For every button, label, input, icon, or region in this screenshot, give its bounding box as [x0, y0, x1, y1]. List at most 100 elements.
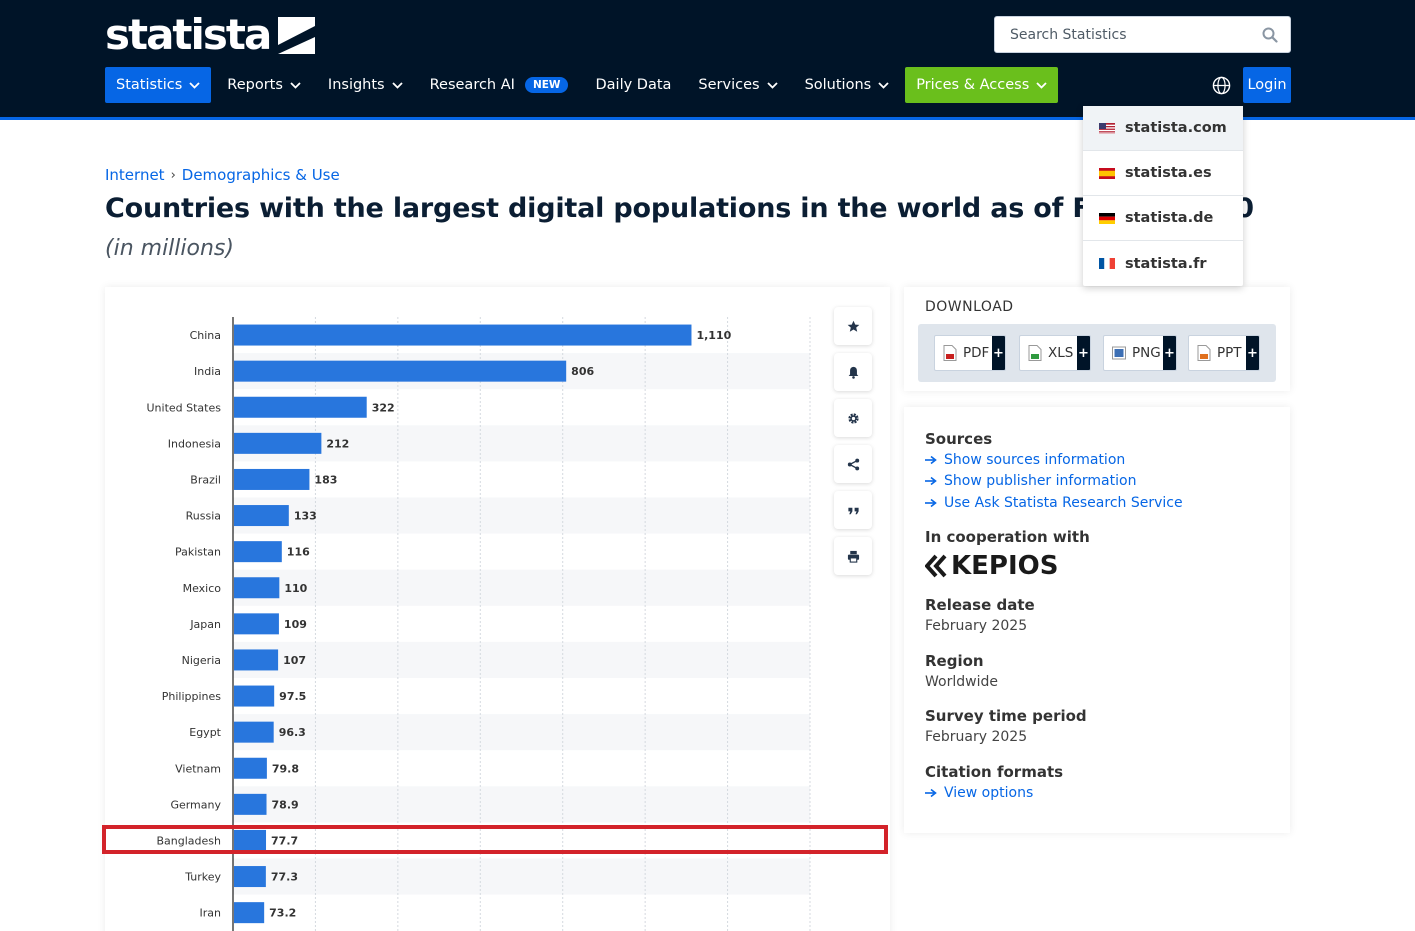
download-label: PDF — [963, 345, 990, 361]
nav-insights[interactable]: Insights — [317, 67, 414, 103]
ask-research-service-link[interactable]: Use Ask Statista Research Service — [925, 495, 1183, 511]
lang-option-es[interactable]: statista.es — [1083, 151, 1243, 196]
breadcrumb-demographics[interactable]: Demographics & Use — [182, 166, 340, 184]
kepios-logo[interactable]: KEPIOS — [925, 551, 1058, 581]
bar-germany — [234, 793, 267, 815]
nav-reports[interactable]: Reports — [216, 67, 312, 103]
bar-turkey — [234, 866, 266, 888]
download-plus: + — [1077, 336, 1090, 370]
login-button[interactable]: Login — [1243, 67, 1291, 103]
value-label-philippines: 97.5 — [279, 690, 306, 703]
search-input[interactable] — [995, 17, 1255, 52]
nav-statistics[interactable]: Statistics — [105, 67, 212, 103]
logo-text: statista — [105, 10, 272, 59]
breadcrumb-internet[interactable]: Internet — [105, 166, 165, 184]
bar-indonesia — [234, 432, 322, 454]
chevron-down-icon — [290, 81, 301, 89]
nav-prices-access[interactable]: Prices & Access — [905, 67, 1059, 103]
nav-research-ai[interactable]: Research AI NEW — [419, 67, 580, 103]
row-stripe — [233, 786, 810, 823]
citation-heading: Citation formats — [925, 763, 1064, 781]
statista-logo[interactable]: statista — [105, 10, 316, 59]
view-citation-options-link[interactable]: View options — [925, 785, 1033, 801]
download-ppt-button[interactable]: PPT + — [1188, 335, 1260, 371]
nav-label: Research AI — [429, 77, 515, 93]
row-stripe — [233, 497, 810, 534]
png-file-icon — [1112, 346, 1126, 360]
value-label-indonesia: 212 — [326, 437, 349, 450]
statistic-info-card: Sources Show sources information Show pu… — [904, 407, 1290, 833]
bar-egypt — [234, 721, 274, 743]
sources-heading: Sources — [925, 430, 993, 448]
arrow-right-icon — [925, 455, 937, 465]
lang-label: statista.com — [1125, 120, 1227, 136]
site-header: statista Statistics Reports Insights Res… — [0, 0, 1415, 117]
value-label-pakistan: 116 — [287, 546, 310, 559]
download-label: PNG — [1132, 345, 1161, 361]
print-button[interactable] — [834, 537, 872, 575]
page-subtitle: (in millions) — [105, 236, 234, 261]
show-sources-link[interactable]: Show sources information — [925, 452, 1125, 468]
settings-button[interactable] — [834, 399, 872, 437]
nav-daily-data[interactable]: Daily Data — [584, 67, 682, 103]
search-icon[interactable] — [1262, 27, 1278, 43]
bar-brazil — [234, 468, 310, 490]
page-title: Countries with the largest digital popul… — [105, 193, 1254, 224]
gear-icon — [847, 412, 859, 424]
kepios-wordmark: KEPIOS — [951, 551, 1059, 581]
survey-period-value: February 2025 — [925, 729, 1028, 745]
category-label-philippines: Philippines — [162, 690, 222, 703]
star-icon — [847, 320, 859, 332]
download-pdf-button[interactable]: PDF + — [934, 335, 1006, 371]
value-label-russia: 133 — [294, 510, 317, 523]
download-png-button[interactable]: PNG + — [1103, 335, 1177, 371]
nav-label: Reports — [227, 77, 283, 93]
favorite-button[interactable] — [834, 307, 872, 345]
show-publisher-link[interactable]: Show publisher information — [925, 473, 1136, 489]
lang-option-fr[interactable]: statista.fr — [1083, 241, 1243, 286]
category-label-united-states: United States — [147, 401, 222, 414]
category-label-japan: Japan — [189, 618, 221, 631]
bar-philippines — [234, 685, 275, 707]
lang-label: statista.fr — [1125, 255, 1207, 272]
xls-file-icon — [1028, 345, 1042, 361]
category-label-russia: Russia — [186, 510, 221, 523]
category-label-iran: Iran — [200, 907, 222, 920]
download-card: DOWNLOAD PDF + XLS + PNG + PPT + — [904, 287, 1290, 391]
download-label: PPT — [1217, 345, 1242, 361]
notification-button[interactable] — [834, 353, 872, 391]
bar-china — [234, 324, 692, 346]
main-nav: Statistics Reports Insights Research AI … — [105, 67, 1063, 103]
spain-flag-icon — [1099, 167, 1115, 179]
bell-icon — [848, 366, 858, 379]
link-label: Show publisher information — [944, 473, 1137, 489]
survey-period-heading: Survey time period — [925, 707, 1087, 725]
region-value: Worldwide — [925, 674, 998, 690]
lang-option-com[interactable]: statista.com — [1083, 106, 1243, 151]
lang-option-de[interactable]: statista.de — [1083, 196, 1243, 241]
lang-label: statista.es — [1125, 165, 1212, 181]
nav-services[interactable]: Services — [687, 67, 788, 103]
france-flag-icon — [1099, 258, 1115, 269]
globe-icon[interactable] — [1212, 76, 1231, 95]
bar-mexico — [234, 577, 280, 599]
row-stripe — [233, 858, 810, 895]
download-bar: PDF + XLS + PNG + PPT + — [918, 324, 1276, 382]
share-button[interactable] — [834, 445, 872, 483]
cite-button[interactable] — [834, 491, 872, 529]
chevron-down-icon — [1036, 81, 1047, 89]
share-icon — [847, 458, 859, 470]
nav-label: Daily Data — [595, 77, 672, 93]
download-title: DOWNLOAD — [925, 299, 1014, 315]
category-label-germany: Germany — [170, 798, 221, 811]
release-date-heading: Release date — [925, 596, 1035, 614]
chevron-down-icon — [391, 81, 403, 89]
nav-solutions[interactable]: Solutions — [794, 67, 901, 103]
pdf-file-icon — [943, 345, 957, 361]
category-label-pakistan: Pakistan — [175, 546, 221, 559]
printer-icon — [847, 550, 859, 563]
value-label-china: 1,110 — [696, 329, 731, 342]
nav-label: Prices & Access — [916, 77, 1030, 93]
download-xls-button[interactable]: XLS + — [1019, 335, 1091, 371]
download-plus: + — [1163, 336, 1176, 370]
